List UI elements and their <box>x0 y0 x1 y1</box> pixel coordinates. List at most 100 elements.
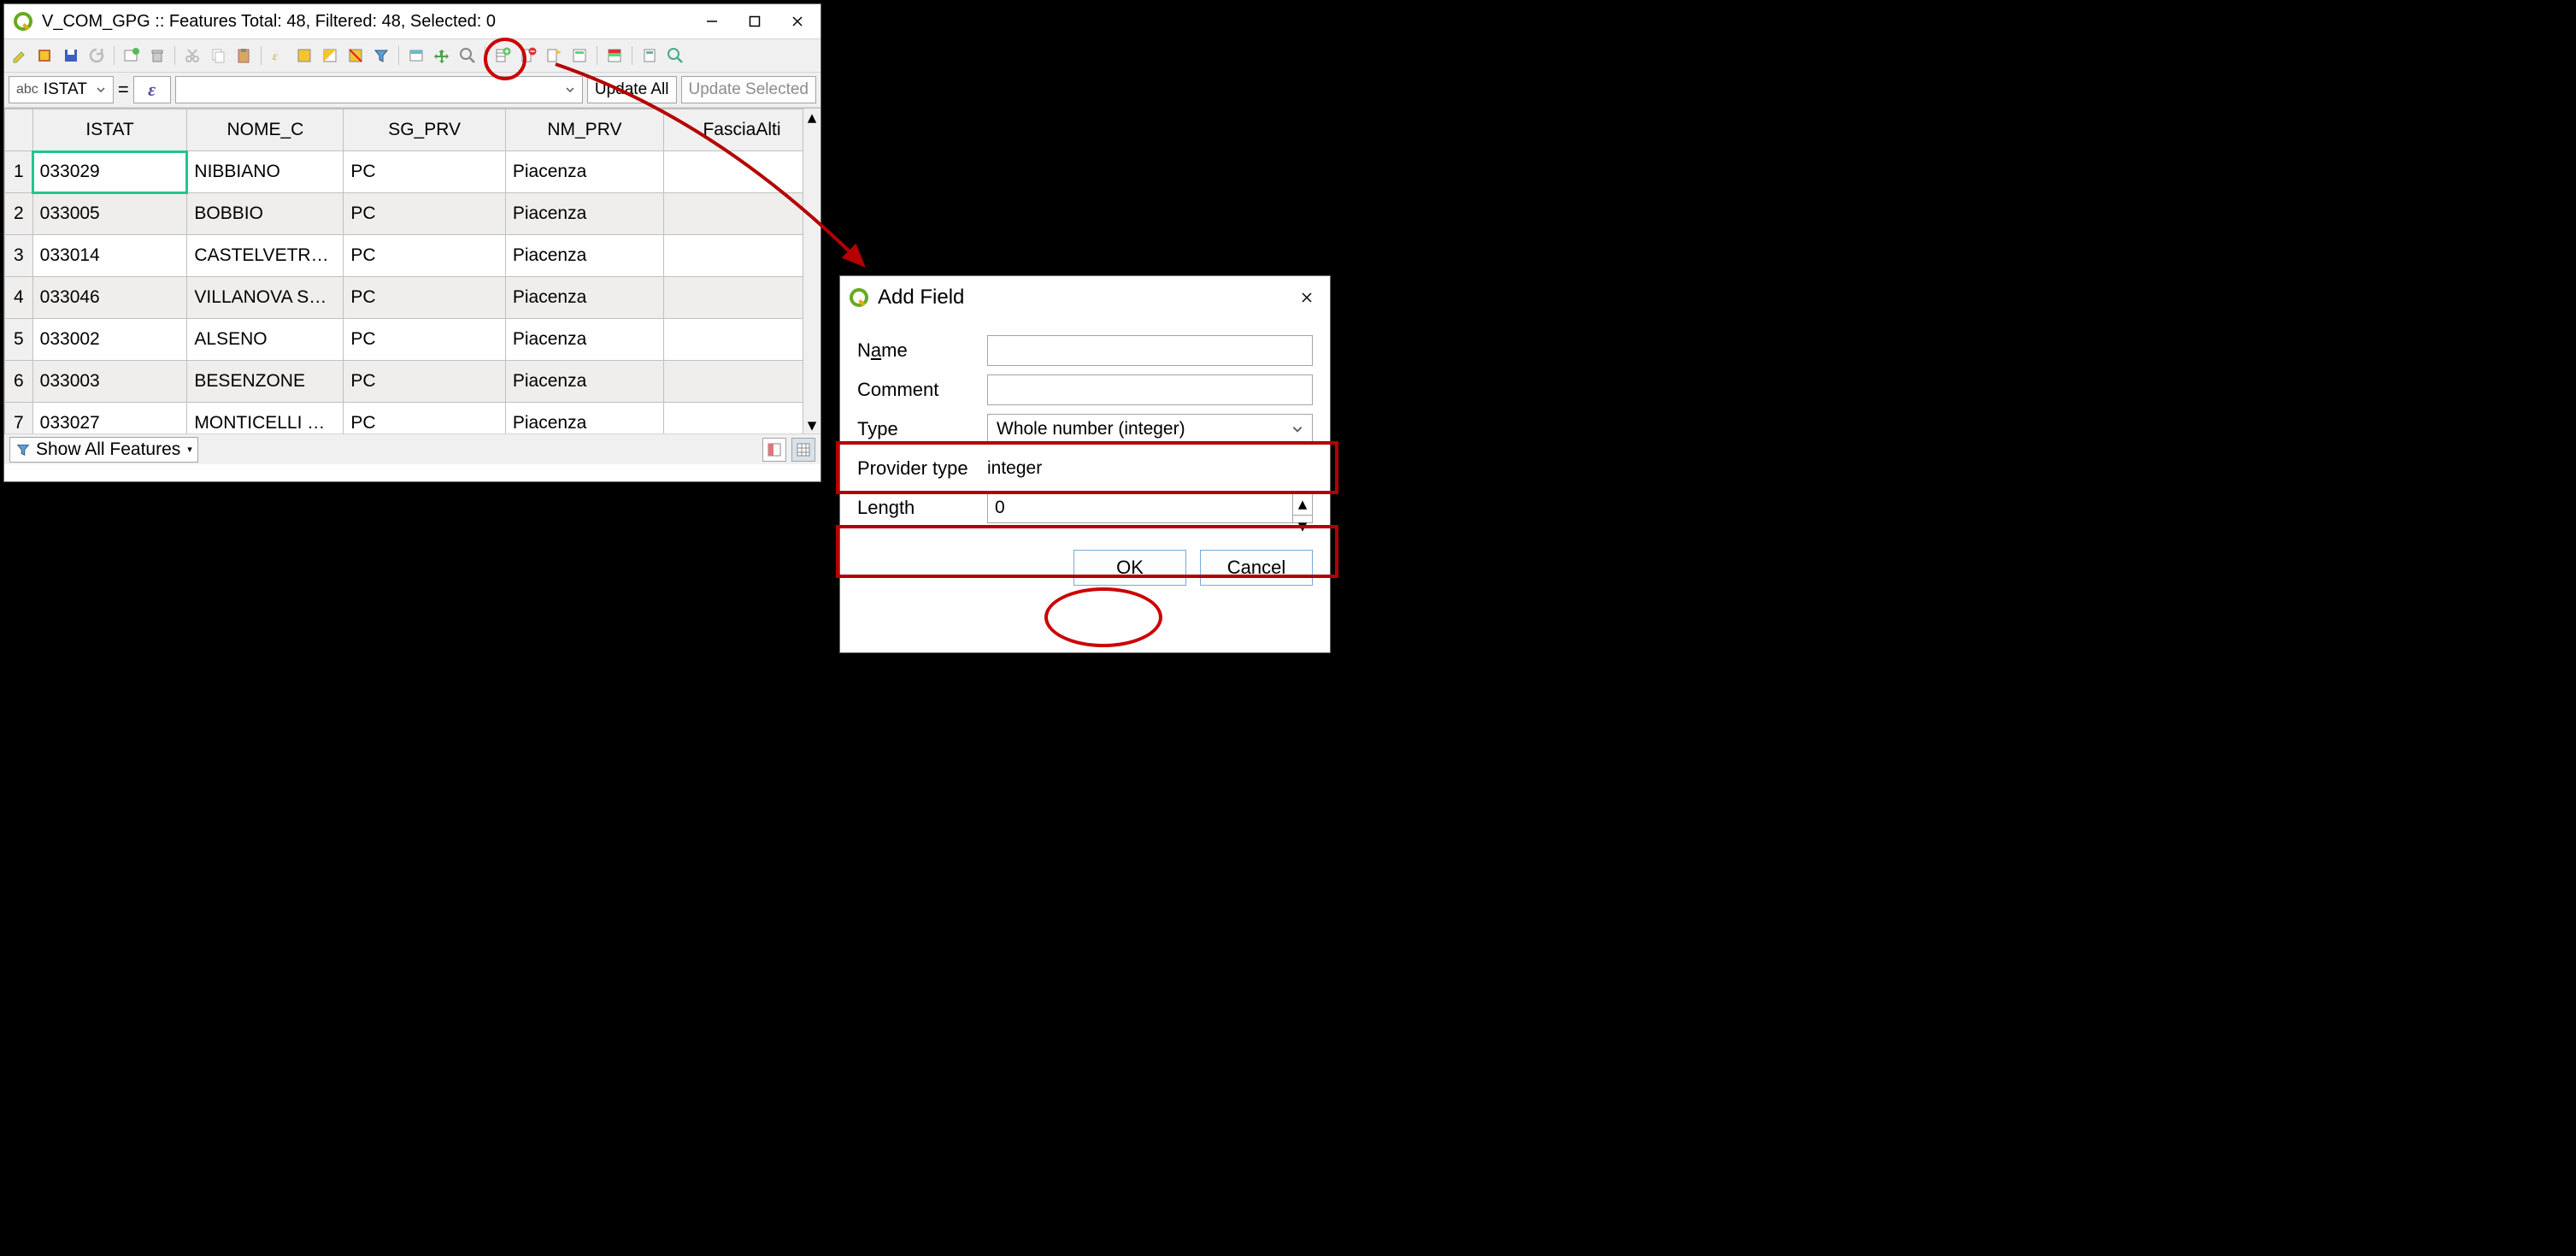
ok-button[interactable]: OK <box>1073 550 1186 586</box>
spin-down-icon[interactable]: ▾ <box>1293 516 1312 537</box>
scroll-down-icon[interactable]: ▾ <box>803 416 820 433</box>
table-row[interactable]: 7033027MONTICELLI D`...PCPiacenza1 <box>5 403 820 434</box>
table-cell[interactable]: 1 <box>663 235 820 277</box>
table-cell[interactable]: 1 <box>663 277 820 319</box>
table-cell[interactable]: ALSENO <box>187 319 344 361</box>
dialog-titlebar[interactable]: Add Field <box>840 276 1330 319</box>
table-cell[interactable]: BOBBIO <box>187 193 344 235</box>
deselect-all-icon[interactable] <box>345 45 366 66</box>
maximize-button[interactable] <box>733 6 776 37</box>
name-input[interactable] <box>987 335 1313 366</box>
field-calculator-icon[interactable] <box>569 45 590 66</box>
copy-icon[interactable] <box>208 45 228 66</box>
zoom-to-selected-icon[interactable] <box>457 45 478 66</box>
cut-icon[interactable] <box>182 45 203 66</box>
table-cell[interactable]: MONTICELLI D`... <box>187 403 344 434</box>
actions-icon[interactable] <box>639 45 660 66</box>
length-input[interactable]: 0 ▴ ▾ <box>987 492 1313 523</box>
filter-selection-icon[interactable] <box>371 45 391 66</box>
feature-filter-button[interactable]: Show All Features ▾ <box>9 437 198 463</box>
table-cell[interactable]: 2 <box>663 151 820 193</box>
multi-edit-icon[interactable] <box>35 45 56 66</box>
row-header[interactable]: 4 <box>5 277 33 319</box>
select-expression-icon[interactable]: ε <box>268 45 289 66</box>
table-cell[interactable]: 2 <box>663 319 820 361</box>
table-cell[interactable]: Piacenza <box>505 151 663 193</box>
table-cell[interactable]: 033002 <box>32 319 187 361</box>
row-header[interactable]: 1 <box>5 151 33 193</box>
scroll-up-icon[interactable]: ▴ <box>803 109 820 126</box>
expression-dialog-button[interactable]: ε <box>133 76 171 103</box>
table-cell[interactable]: 033046 <box>32 277 187 319</box>
table-cell[interactable]: 033014 <box>32 235 187 277</box>
row-header[interactable]: 5 <box>5 319 33 361</box>
row-header[interactable]: 6 <box>5 361 33 403</box>
table-view-button[interactable] <box>791 438 815 462</box>
table-cell[interactable]: PC <box>344 403 505 434</box>
form-view-button[interactable] <box>762 438 786 462</box>
add-feature-icon[interactable] <box>121 45 142 66</box>
row-header[interactable]: 3 <box>5 235 33 277</box>
select-all-icon[interactable] <box>294 45 315 66</box>
conditional-format-icon[interactable] <box>604 45 625 66</box>
table-cell[interactable]: PC <box>344 193 505 235</box>
row-header[interactable]: 7 <box>5 403 33 434</box>
table-cell[interactable]: 033029 <box>32 151 187 193</box>
table-cell[interactable]: 033027 <box>32 403 187 434</box>
table-cell[interactable]: NIBBIANO <box>187 151 344 193</box>
reload-icon[interactable] <box>86 45 107 66</box>
table-cell[interactable]: Piacenza <box>505 193 663 235</box>
table-cell[interactable]: PC <box>344 151 505 193</box>
table-cell[interactable]: BESENZONE <box>187 361 344 403</box>
table-cell[interactable]: 033005 <box>32 193 187 235</box>
delete-selected-icon[interactable] <box>147 45 168 66</box>
table-cell[interactable]: 3 <box>663 193 820 235</box>
save-edits-icon[interactable] <box>61 45 81 66</box>
update-selected-button[interactable]: Update Selected <box>681 76 817 103</box>
column-header[interactable]: ISTAT <box>32 109 187 151</box>
invert-selection-icon[interactable] <box>320 45 340 66</box>
move-to-top-icon[interactable] <box>406 45 426 66</box>
update-all-button[interactable]: Update All <box>587 76 677 103</box>
column-header[interactable]: SG_PRV <box>344 109 505 151</box>
table-cell[interactable]: PC <box>344 235 505 277</box>
table-row[interactable]: 6033003BESENZONEPCPiacenza1 <box>5 361 820 403</box>
minimize-button[interactable] <box>691 6 733 37</box>
table-cell[interactable]: PC <box>344 319 505 361</box>
titlebar[interactable]: V_COM_GPG :: Features Total: 48, Filtere… <box>4 4 820 38</box>
field-selector[interactable]: abc ISTAT <box>9 76 114 103</box>
table-row[interactable]: 1033029NIBBIANOPCPiacenza2 <box>5 151 820 193</box>
table-cell[interactable]: Piacenza <box>505 403 663 434</box>
table-row[interactable]: 5033002ALSENOPCPiacenza2 <box>5 319 820 361</box>
paste-icon[interactable] <box>233 45 254 66</box>
table-cell[interactable]: PC <box>344 361 505 403</box>
table-cell[interactable]: PC <box>344 277 505 319</box>
pan-to-selected-icon[interactable] <box>432 45 452 66</box>
dock-icon[interactable] <box>665 45 685 66</box>
comment-input[interactable] <box>987 374 1313 405</box>
spin-up-icon[interactable]: ▴ <box>1293 493 1312 516</box>
table-cell[interactable]: Piacenza <box>505 319 663 361</box>
cancel-button[interactable]: Cancel <box>1200 550 1313 586</box>
expression-input[interactable] <box>175 76 583 103</box>
new-field-icon[interactable] <box>492 45 513 66</box>
table-cell[interactable]: Piacenza <box>505 277 663 319</box>
table-row[interactable]: 3033014CASTELVETRO P...PCPiacenza1 <box>5 235 820 277</box>
table-row[interactable]: 2033005BOBBIOPCPiacenza3 <box>5 193 820 235</box>
table-cell[interactable]: Piacenza <box>505 235 663 277</box>
table-cell[interactable]: Piacenza <box>505 361 663 403</box>
column-header[interactable]: FasciaAlti <box>663 109 820 151</box>
organize-columns-icon[interactable] <box>544 45 564 66</box>
type-select[interactable]: Whole number (integer) <box>987 414 1313 445</box>
attribute-table[interactable]: ISTAT NOME_C SG_PRV NM_PRV FasciaAlti 10… <box>4 108 820 433</box>
corner-header[interactable] <box>5 109 33 151</box>
column-header[interactable]: NM_PRV <box>505 109 663 151</box>
table-cell[interactable]: 1 <box>663 361 820 403</box>
table-row[interactable]: 4033046VILLANOVA SUL...PCPiacenza1 <box>5 277 820 319</box>
table-cell[interactable]: CASTELVETRO P... <box>187 235 344 277</box>
column-header[interactable]: NOME_C <box>187 109 344 151</box>
toggle-edit-icon[interactable] <box>9 45 30 66</box>
row-header[interactable]: 2 <box>5 193 33 235</box>
close-button[interactable] <box>776 6 819 37</box>
dialog-close-button[interactable] <box>1285 282 1328 313</box>
